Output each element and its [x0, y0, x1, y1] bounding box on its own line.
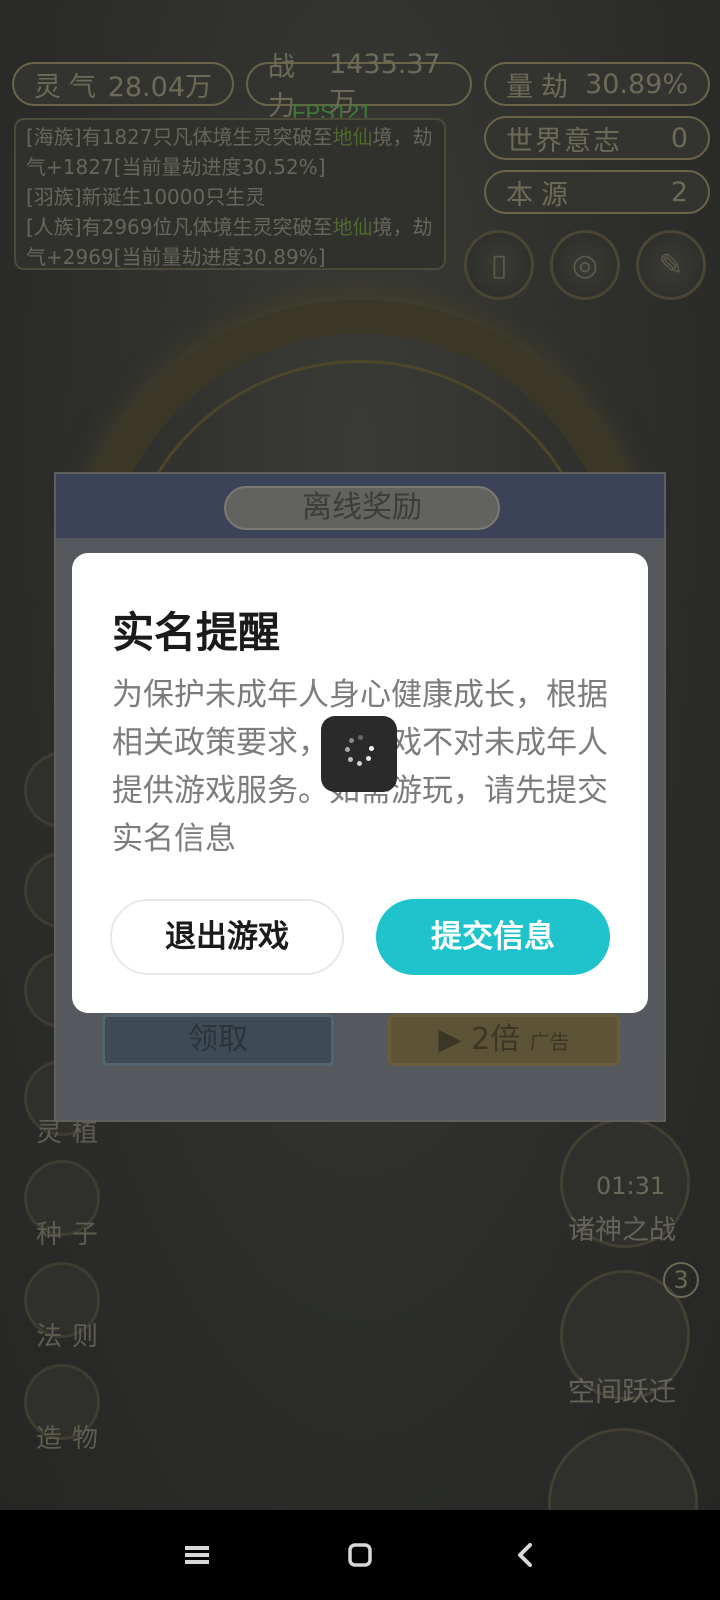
- liangjie-value: 30.89%: [585, 68, 688, 100]
- lingqi-value: 28.04万: [107, 71, 212, 103]
- reward-title: 离线奖励: [224, 486, 500, 530]
- bottom-right-orb[interactable]: [548, 1428, 698, 1510]
- liangjie-label: 量劫: [506, 71, 576, 103]
- event-log: [海族]有1827只凡体境生灵突破至地仙境，劫气+1827[当前量劫进度30.5…: [14, 118, 446, 270]
- menu-icon[interactable]: [174, 1532, 220, 1578]
- exit-game-button[interactable]: 退出游戏: [110, 899, 344, 975]
- log-line: [海族]有1827只凡体境生灵突破至地仙境，劫气+1827[当前量劫进度30.5…: [26, 125, 433, 179]
- system-nav-bar: [0, 1510, 720, 1600]
- benyuan-stat: 本源 2: [484, 170, 710, 214]
- back-icon[interactable]: [502, 1532, 548, 1578]
- log-line: [羽族]新诞生10000只生灵: [26, 185, 266, 209]
- collect-button[interactable]: 领取: [102, 1014, 334, 1066]
- space-jump-label: 空间跃迁: [568, 1377, 676, 1408]
- shijie-stat: 世界意志 0: [484, 116, 710, 160]
- vortex-icon[interactable]: ◎: [550, 230, 620, 300]
- shijie-value: 0: [670, 122, 688, 154]
- gods-war-timer: 01:31: [596, 1172, 666, 1200]
- scroll-icon[interactable]: ✎: [636, 230, 706, 300]
- submit-info-button[interactable]: 提交信息: [376, 899, 610, 975]
- side-label-creation: 造物: [36, 1424, 109, 1454]
- double-label: ▶ 2倍: [438, 1022, 521, 1057]
- loading-spinner-icon: [321, 716, 397, 792]
- home-icon[interactable]: [337, 1532, 383, 1578]
- space-jump-badge: 3: [663, 1262, 699, 1298]
- lingqi-stat: 灵气 28.04万: [12, 62, 234, 106]
- shijie-label: 世界意志: [506, 125, 622, 157]
- reward-header: 离线奖励: [56, 474, 664, 538]
- lingqi-label: 灵气: [34, 71, 104, 103]
- benyuan-value: 2: [670, 176, 688, 208]
- side-label-law: 法则: [36, 1322, 109, 1352]
- liangjie-stat: 量劫 30.89%: [484, 62, 710, 106]
- side-label-seed: 种子: [36, 1220, 109, 1250]
- card-icon[interactable]: ▯: [464, 230, 534, 300]
- benyuan-label: 本源: [506, 179, 576, 211]
- dialog-title: 实名提醒: [112, 608, 281, 657]
- log-line: [人族]有2969位凡体境生灵突破至地仙境，劫气+2969[当前量劫进度30.8…: [26, 215, 433, 269]
- gods-war-label: 诸神之战: [568, 1215, 676, 1246]
- ad-tag: 广告: [529, 1030, 570, 1054]
- double-reward-button[interactable]: ▶ 2倍 广告: [388, 1014, 620, 1066]
